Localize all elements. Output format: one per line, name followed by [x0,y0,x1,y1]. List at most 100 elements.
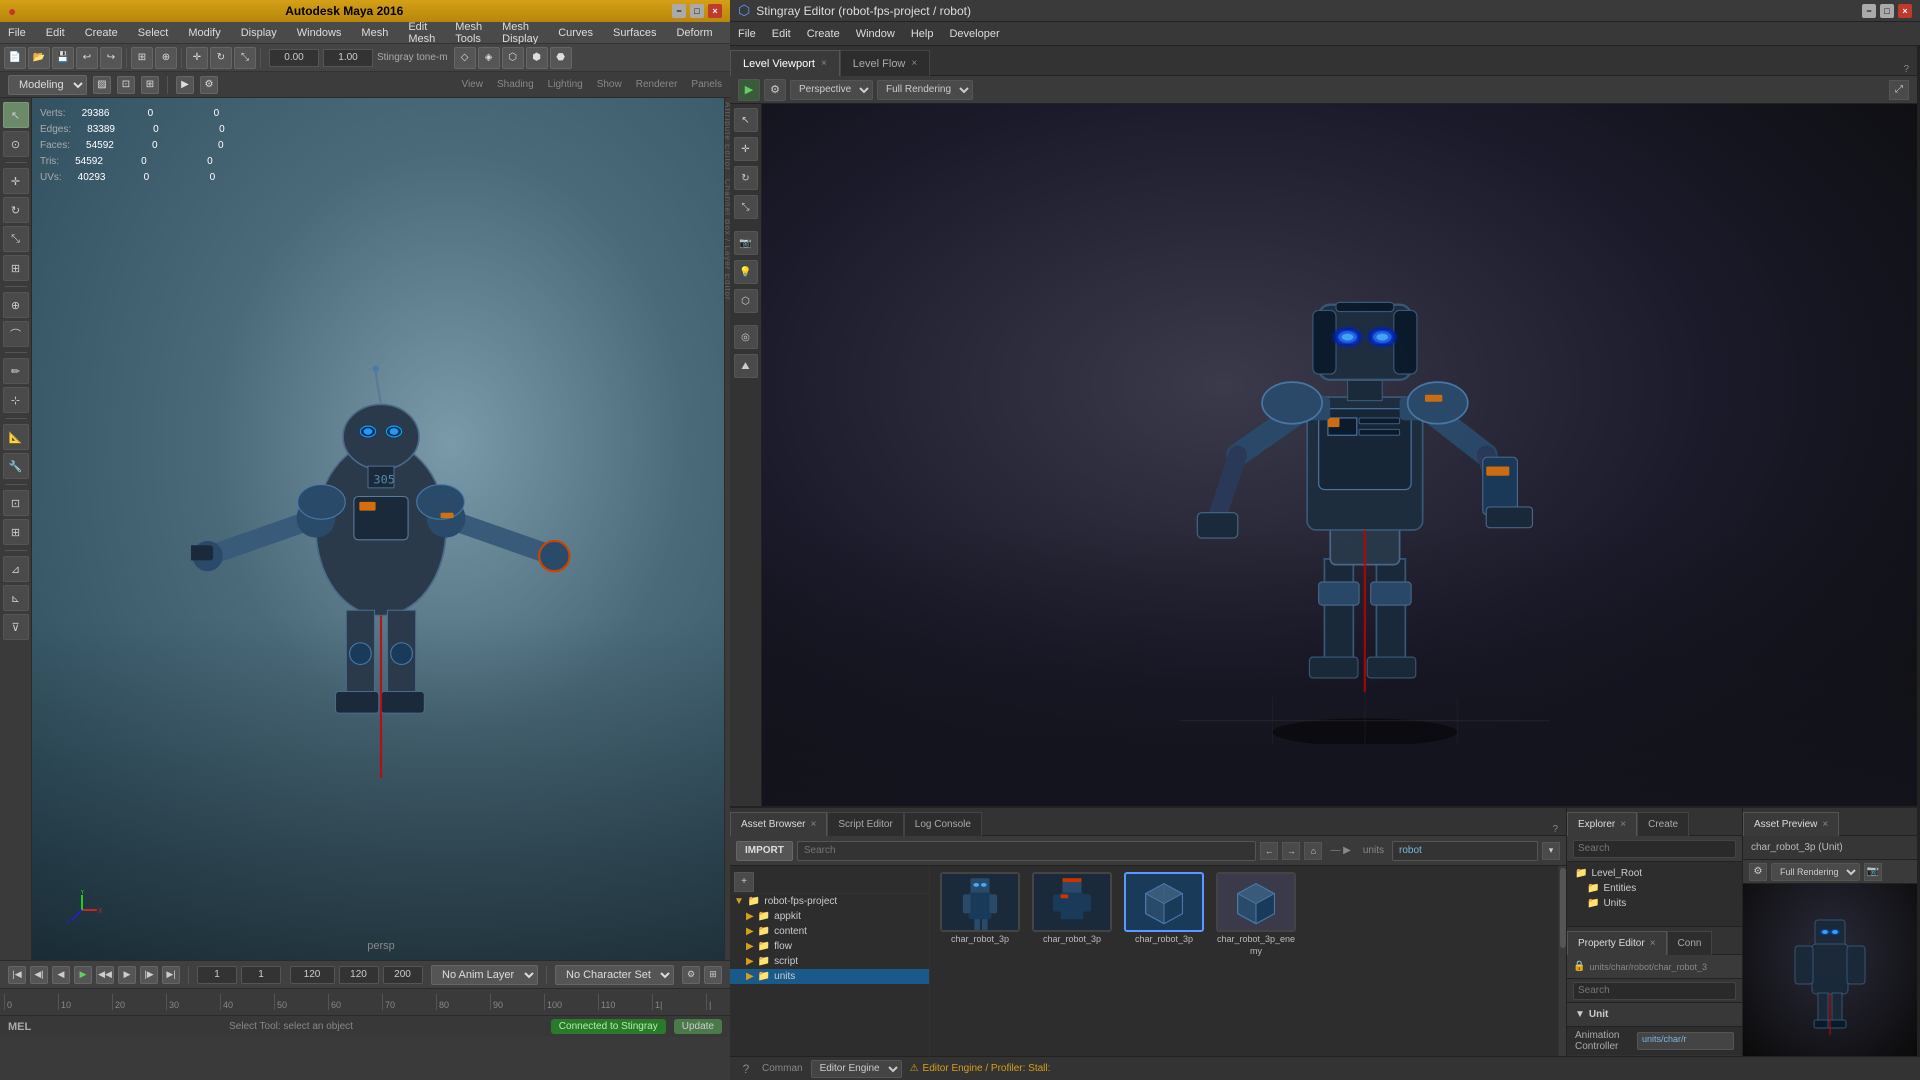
status-help-icon[interactable]: ? [738,1061,754,1077]
btn-next-key[interactable]: |▶ [140,966,158,984]
sr-menu-create[interactable]: Create [807,28,840,40]
tb-mode1[interactable]: ▨ [93,76,111,94]
filter-button[interactable]: ▾ [1542,842,1560,860]
btn-play[interactable]: ▶ [74,966,92,984]
maya-menu-mesh-tools[interactable]: Mesh Tools [451,19,486,47]
stingray-close[interactable]: × [1898,4,1912,18]
tb-move[interactable]: ✛ [186,47,208,69]
asset-search-input[interactable] [797,841,1257,861]
timeline-max-field[interactable] [339,966,379,984]
btn-prev-key[interactable]: ◀| [30,966,48,984]
close-button[interactable]: × [708,4,722,18]
tab-script-editor[interactable]: Script Editor [827,812,903,836]
property-search-input[interactable] [1573,982,1736,1000]
tool-grid[interactable]: ⊞ [3,519,29,545]
maya-menu-edit-mesh[interactable]: Edit Mesh [404,19,439,47]
sr-menu-edit[interactable]: Edit [772,28,791,40]
tree-item-flow[interactable]: ▶ 📁 flow [730,939,929,954]
vp-render-dropdown[interactable]: Full Rendering [877,80,973,100]
tool-sculpt[interactable]: ⌒ [3,321,29,347]
tool-a[interactable]: ⊿ [3,556,29,582]
asset-scrollbar[interactable] [1558,866,1566,1056]
maya-menu-mesh-display[interactable]: Mesh Display [498,19,542,47]
maya-menu-windows[interactable]: Windows [293,25,346,41]
tool-attribute[interactable]: ⊹ [3,387,29,413]
stingray-maximize[interactable]: □ [1880,4,1894,18]
sr-tool-select[interactable]: ↖ [734,108,758,132]
sr-tool-move[interactable]: ✛ [734,137,758,161]
tb-new[interactable]: 📄 [4,47,26,69]
filter-input[interactable] [1392,841,1538,861]
vp-camera-dropdown[interactable]: Perspective [790,80,873,100]
tab-asset-close[interactable]: × [810,819,816,830]
tree-item-script[interactable]: ▶ 📁 script [730,954,929,969]
asset-item-4[interactable]: char_robot_3p_ene my [1212,872,1300,957]
tab-level-viewport[interactable]: Level Viewport × [730,50,840,76]
update-button[interactable]: Update [674,1019,722,1034]
tab-log-console[interactable]: Log Console [904,812,982,836]
mode-dropdown[interactable]: Modeling [8,75,87,95]
tb-mode2[interactable]: ⊡ [117,76,135,94]
import-button[interactable]: IMPORT [736,841,793,861]
vp-settings[interactable]: ⚙ [764,79,786,101]
scroll-thumb[interactable] [1560,868,1566,948]
tree-item-units[interactable]: ▶ 📁 units [730,969,929,984]
maya-menu-select[interactable]: Select [134,25,173,41]
tb-select[interactable]: ⊞ [131,47,153,69]
prop-section-header[interactable]: ▼ Unit [1567,1003,1742,1027]
tb-rotate[interactable]: ↻ [210,47,232,69]
tree-units[interactable]: 📁 Units [1567,896,1742,911]
tab-create[interactable]: Create [1637,812,1689,836]
sr-menu-file[interactable]: File [738,28,756,40]
preview-camera-icon[interactable]: 📷 [1864,863,1882,881]
tb-poly4[interactable]: ⬢ [526,47,548,69]
btn-play-back[interactable]: ◀◀ [96,966,114,984]
tab-asset-preview[interactable]: Asset Preview × [1743,812,1839,836]
tool-b[interactable]: ⊾ [3,585,29,611]
vp-expand-button[interactable]: ⤢ [1889,80,1909,100]
sr-tool-rotate[interactable]: ↻ [734,166,758,190]
tb-poly5[interactable]: ⬣ [550,47,572,69]
tb-render1[interactable]: ▶ [176,76,194,94]
anim-controller-value[interactable]: units/char/r [1637,1032,1734,1050]
tool-select[interactable]: ↖ [3,102,29,128]
timeline-end-field[interactable] [290,966,335,984]
tb-poly2[interactable]: ◈ [478,47,500,69]
asset-item-2[interactable]: char_robot_3p [1028,872,1116,957]
tool-c[interactable]: ⊽ [3,614,29,640]
preview-settings-icon[interactable]: ⚙ [1749,863,1767,881]
tree-level-root[interactable]: 📁 Level_Root [1567,866,1742,881]
tab-explorer[interactable]: Explorer × [1567,812,1637,836]
maya-menu-mesh[interactable]: Mesh [357,25,392,41]
sr-menu-help[interactable]: Help [911,28,934,40]
btn-step-fwd[interactable]: ▶ [118,966,136,984]
sr-tool-terrain[interactable]: ⛰ [734,354,758,378]
tool-paint[interactable]: ✏ [3,358,29,384]
btn-go-end[interactable]: ▶| [162,966,180,984]
minimize-button[interactable]: − [672,4,686,18]
viewport-help[interactable]: ? [1895,64,1917,75]
explorer-search-input[interactable] [1573,840,1736,858]
tool-lasso[interactable]: ⊙ [3,131,29,157]
tab-preview-close[interactable]: × [1822,819,1828,830]
maya-menu-create[interactable]: Create [81,25,122,41]
tb-mode3[interactable]: ⊞ [141,76,159,94]
tool-scale[interactable]: ⤡ [3,226,29,252]
tool-move[interactable]: ✛ [3,168,29,194]
asset-item-3[interactable]: char_robot_3p [1120,872,1208,957]
timeline-range-field[interactable] [383,966,423,984]
tab-conn[interactable]: Conn [1667,931,1713,955]
add-folder-btn[interactable]: + [734,872,754,892]
tree-item-robot-fps[interactable]: ▼ 📁 robot-fps-project [730,894,929,909]
field-value2[interactable] [323,49,373,67]
engine-dropdown[interactable]: Editor Engine [811,1060,902,1078]
maya-menu-display[interactable]: Display [237,25,281,41]
tool-rotate[interactable]: ↻ [3,197,29,223]
sr-tool-mesh[interactable]: ⬡ [734,289,758,313]
tab-flow-close[interactable]: × [911,58,917,69]
nav-forward[interactable]: → [1282,842,1300,860]
tree-item-appkit[interactable]: ▶ 📁 appkit [730,909,929,924]
tool-layout[interactable]: ⊡ [3,490,29,516]
nav-home[interactable]: ⌂ [1304,842,1322,860]
sr-menu-window[interactable]: Window [856,28,895,40]
